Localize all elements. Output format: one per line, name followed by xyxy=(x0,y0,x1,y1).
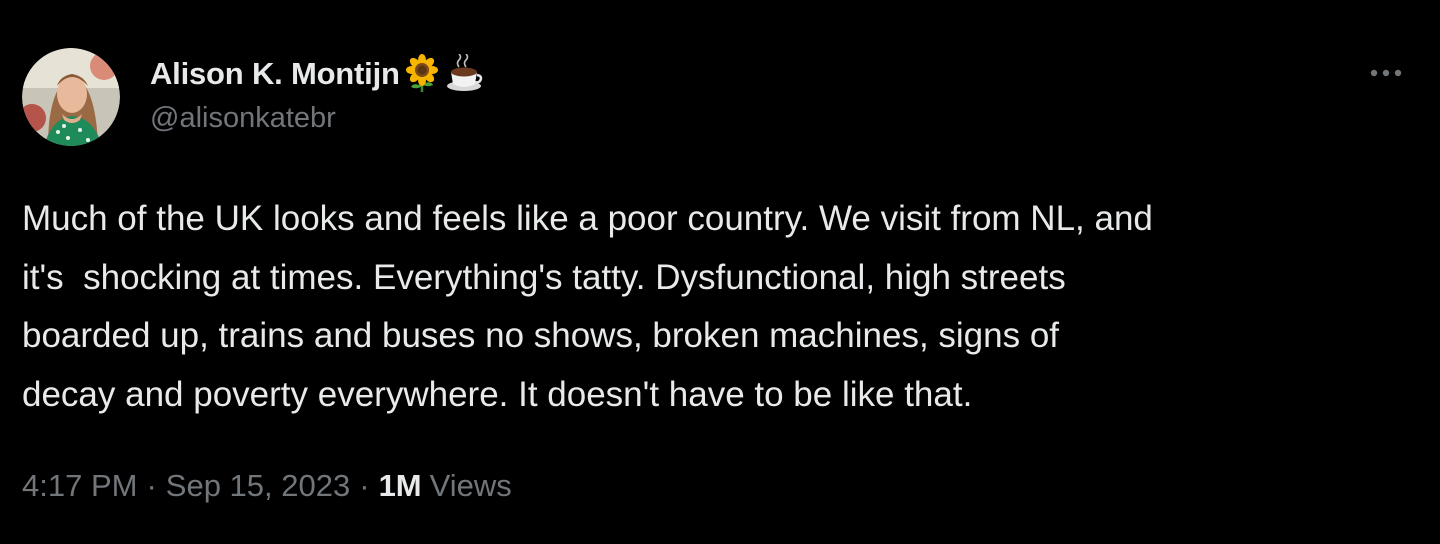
avatar[interactable] xyxy=(22,48,120,146)
views-count: 1M xyxy=(378,468,422,503)
meta-separator: · xyxy=(359,468,370,503)
tweet-text-line: it's shocking at times. Everything's tat… xyxy=(22,257,1066,297)
meta-separator: · xyxy=(146,468,157,503)
tweet-time[interactable]: 4:17 PM xyxy=(22,468,137,504)
tweet-text-line: decay and poverty everywhere. It doesn't… xyxy=(22,374,973,414)
user-handle[interactable]: @alisonkatebr xyxy=(150,102,336,135)
sunflower-icon xyxy=(402,54,442,94)
tweet-text-line: Much of the UK looks and feels like a po… xyxy=(22,199,1153,238)
display-name-row: Alison K. Montijn xyxy=(150,54,484,94)
tweet-date[interactable]: Sep 15, 2023 xyxy=(166,468,350,504)
tweet-meta: 4:17 PM · Sep 15, 2023 · 1M Views xyxy=(22,468,512,504)
tweet-text-line: boarded up, trains and buses no shows, b… xyxy=(22,316,1060,355)
display-name[interactable]: Alison K. Montijn xyxy=(150,56,400,92)
more-dots-icon xyxy=(1370,69,1402,77)
views-label: Views xyxy=(429,468,512,503)
tweet-card: Alison K. Montijn @alisonkatebr Much of … xyxy=(0,0,1440,544)
more-options-button[interactable] xyxy=(1364,58,1408,88)
coffee-icon xyxy=(444,54,484,94)
tweet-text: Much of the UK looks and feels like a po… xyxy=(22,190,1422,424)
avatar-photo-icon xyxy=(22,48,120,146)
